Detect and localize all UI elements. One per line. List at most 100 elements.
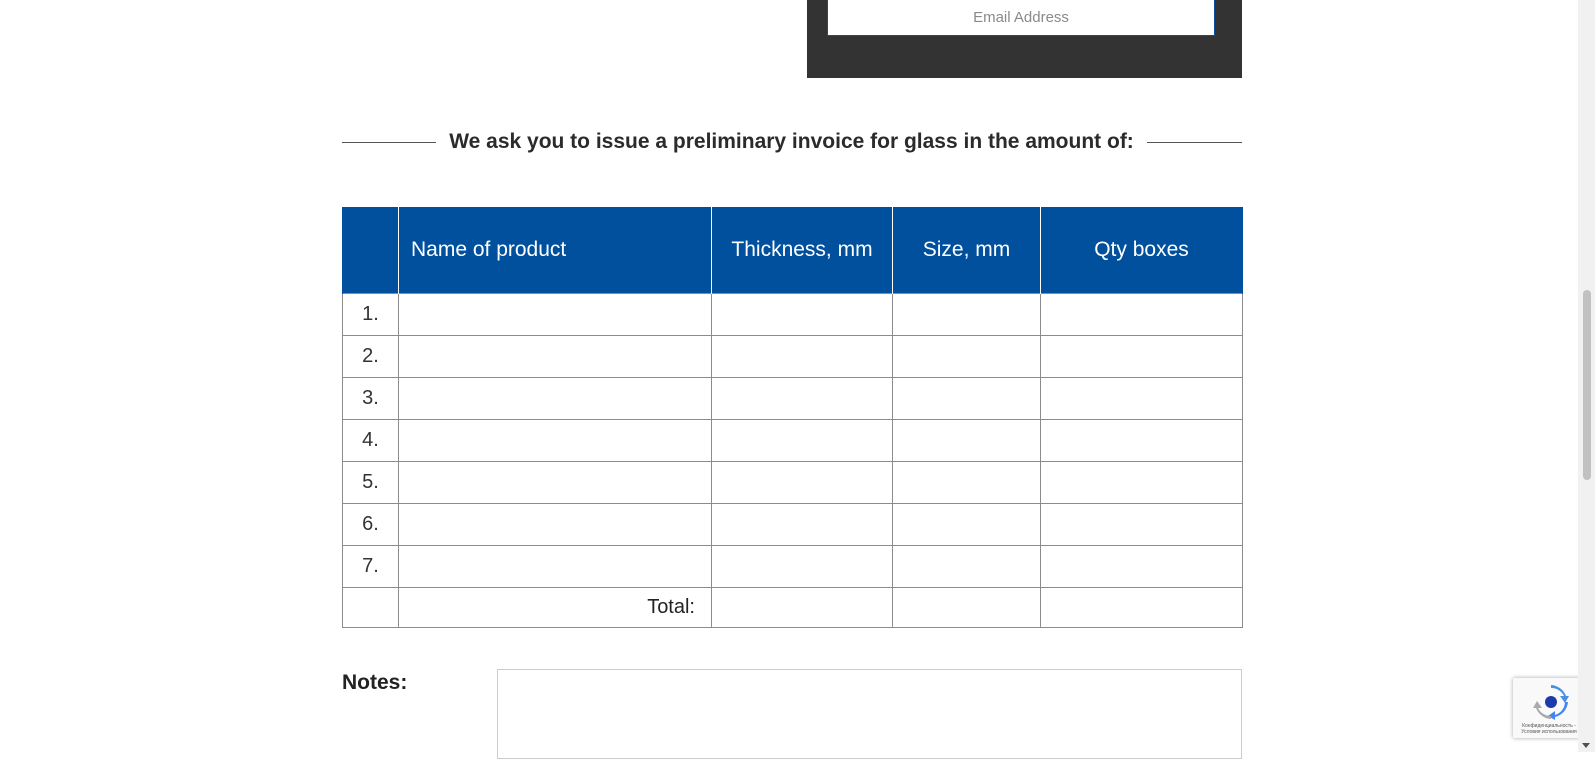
scrollbar-thumb[interactable]: [1583, 290, 1591, 480]
qty-boxes-cell[interactable]: [1040, 335, 1243, 378]
qty-boxes-input[interactable]: [1041, 504, 1242, 545]
thickness-cell[interactable]: [711, 503, 893, 546]
section-heading: We ask you to issue a preliminary invoic…: [342, 126, 1242, 158]
qty-boxes-input[interactable]: [1041, 378, 1242, 419]
thickness-input[interactable]: [712, 378, 892, 419]
total-qty-boxes-cell[interactable]: [1040, 587, 1243, 628]
product-name-cell[interactable]: [398, 293, 712, 336]
heading-divider-right: [1147, 141, 1242, 143]
order-table: Name of product Thickness, mm Size, mm Q…: [342, 207, 1243, 628]
thickness-cell[interactable]: [711, 461, 893, 504]
product-name-input[interactable]: [399, 420, 711, 461]
product-name-input[interactable]: [399, 546, 711, 587]
thickness-cell[interactable]: [711, 377, 893, 420]
recaptcha-terms-text[interactable]: Конфиденциальность - Условия использован…: [1515, 723, 1583, 735]
thickness-input[interactable]: [712, 294, 892, 335]
header-number: [342, 207, 399, 294]
product-name-cell[interactable]: [398, 377, 712, 420]
qty-boxes-input[interactable]: [1041, 546, 1242, 587]
email-address-input[interactable]: [827, 0, 1215, 36]
header-size: Size, mm: [892, 207, 1041, 294]
table-row: 7.: [342, 545, 1243, 588]
total-label: Total:: [398, 587, 712, 628]
table-row: 5.: [342, 461, 1243, 504]
thickness-cell[interactable]: [711, 293, 893, 336]
product-name-input[interactable]: [399, 336, 711, 377]
qty-boxes-cell[interactable]: [1040, 461, 1243, 504]
recaptcha-icon: [1533, 685, 1569, 720]
total-thickness-input[interactable]: [712, 588, 892, 627]
size-cell[interactable]: [892, 461, 1041, 504]
row-number: 7.: [342, 545, 399, 588]
size-cell[interactable]: [892, 545, 1041, 588]
recaptcha-badge[interactable]: Конфиденциальность - Условия использован…: [1513, 678, 1585, 738]
header-thickness: Thickness, mm: [711, 207, 893, 294]
product-name-input[interactable]: [399, 504, 711, 545]
qty-boxes-cell[interactable]: [1040, 377, 1243, 420]
product-name-input[interactable]: [399, 462, 711, 503]
notes-textarea[interactable]: [497, 669, 1242, 759]
total-size-input[interactable]: [893, 588, 1040, 627]
size-input[interactable]: [893, 420, 1040, 461]
qty-boxes-cell[interactable]: [1040, 503, 1243, 546]
size-cell[interactable]: [892, 293, 1041, 336]
thickness-input[interactable]: [712, 504, 892, 545]
product-name-input[interactable]: [399, 294, 711, 335]
subscribe-panel: [807, 0, 1242, 78]
table-row: 1.: [342, 293, 1243, 336]
size-cell[interactable]: [892, 335, 1041, 378]
thickness-input[interactable]: [712, 462, 892, 503]
product-name-cell[interactable]: [398, 503, 712, 546]
thickness-cell[interactable]: [711, 419, 893, 462]
row-number: 3.: [342, 377, 399, 420]
total-thickness-cell[interactable]: [711, 587, 893, 628]
total-size-cell[interactable]: [892, 587, 1041, 628]
row-number: 5.: [342, 461, 399, 504]
size-cell[interactable]: [892, 503, 1041, 546]
row-number: 6.: [342, 503, 399, 546]
product-name-cell[interactable]: [398, 419, 712, 462]
thickness-cell[interactable]: [711, 545, 893, 588]
total-row: Total:: [342, 587, 1243, 628]
invoice-heading: We ask you to issue a preliminary invoic…: [449, 130, 1134, 153]
size-input[interactable]: [893, 462, 1040, 503]
table-row: 3.: [342, 377, 1243, 420]
qty-boxes-input[interactable]: [1041, 462, 1242, 503]
size-cell[interactable]: [892, 377, 1041, 420]
total-qty-boxes-input[interactable]: [1041, 588, 1242, 627]
qty-boxes-cell[interactable]: [1040, 419, 1243, 462]
table-row: 6.: [342, 503, 1243, 546]
size-input[interactable]: [893, 336, 1040, 377]
product-name-cell[interactable]: [398, 461, 712, 504]
product-name-cell[interactable]: [398, 545, 712, 588]
table-row: 4.: [342, 419, 1243, 462]
qty-boxes-input[interactable]: [1041, 294, 1242, 335]
qty-boxes-cell[interactable]: [1040, 293, 1243, 336]
qty-boxes-input[interactable]: [1041, 336, 1242, 377]
notes-label: Notes:: [342, 671, 408, 694]
thickness-cell[interactable]: [711, 335, 893, 378]
qty-boxes-cell[interactable]: [1040, 545, 1243, 588]
size-cell[interactable]: [892, 419, 1041, 462]
size-input[interactable]: [893, 294, 1040, 335]
row-number: 2.: [342, 335, 399, 378]
size-input[interactable]: [893, 378, 1040, 419]
thickness-input[interactable]: [712, 546, 892, 587]
heading-divider-left: [342, 141, 436, 143]
total-empty-cell: [342, 587, 399, 628]
page-scrollbar[interactable]: [1578, 0, 1595, 752]
row-number: 4.: [342, 419, 399, 462]
table-header-row: Name of product Thickness, mm Size, mm Q…: [342, 207, 1243, 294]
size-input[interactable]: [893, 546, 1040, 587]
row-number: 1.: [342, 293, 399, 336]
header-name-of-product: Name of product: [398, 207, 712, 294]
thickness-input[interactable]: [712, 336, 892, 377]
qty-boxes-input[interactable]: [1041, 420, 1242, 461]
table-row: 2.: [342, 335, 1243, 378]
size-input[interactable]: [893, 504, 1040, 545]
scroll-down-arrow-icon[interactable]: [1582, 743, 1590, 748]
thickness-input[interactable]: [712, 420, 892, 461]
product-name-cell[interactable]: [398, 335, 712, 378]
header-qty-boxes: Qty boxes: [1040, 207, 1243, 294]
product-name-input[interactable]: [399, 378, 711, 419]
